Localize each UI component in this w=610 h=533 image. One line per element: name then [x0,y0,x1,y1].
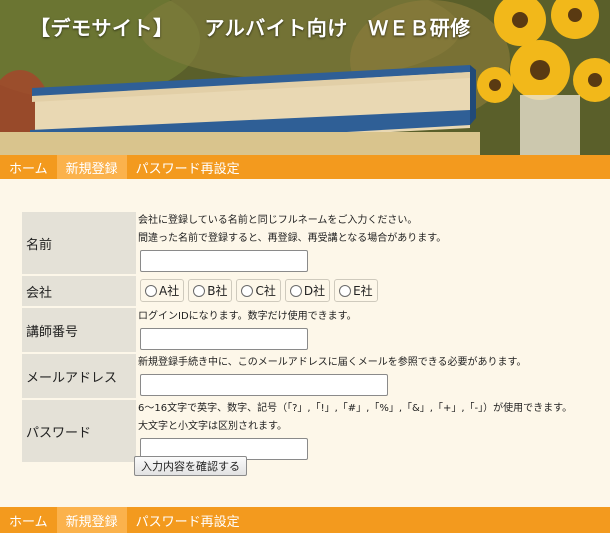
row-name: 名前 会社に登録している名前と同じフルネームをご入力ください。 間違った名前で登… [22,212,588,274]
row-email: メールアドレス 新規登録手続き中に、このメールアドレスに届くメールを参照できる必… [22,354,588,398]
email-hint: 新規登録手続き中に、このメールアドレスに届くメールを参照できる必要があります。 [138,357,527,368]
nav-home[interactable]: ホーム [0,155,57,179]
instructor-id-input[interactable] [140,328,308,350]
registration-form: 名前 会社に登録している名前と同じフルネームをご入力ください。 間違った名前で登… [22,210,588,464]
row-instructor-id: 講師番号 ログインIDになります。数字だけ使用できます。 [22,308,588,352]
email-input[interactable] [140,374,388,396]
top-nav: ホーム 新規登録 パスワード再設定 [0,155,610,179]
company-option-a[interactable]: A社 [140,279,185,302]
company-label: 会社 [22,276,136,306]
nav-register[interactable]: 新規登録 [56,155,127,179]
name-hint-2: 間違った名前で登録すると、再登録、再受講となる場合があります。 [138,233,447,244]
instructor-id-hint: ログインIDになります。数字だけ使用できます。 [138,311,357,322]
radio-circle-icon[interactable] [193,284,206,297]
header-banner: 【デモサイト】 アルバイト向け ＷＥＢ研修 [0,0,610,155]
bottom-nav: ホーム 新規登録 パスワード再設定 [0,507,610,533]
password-label: パスワード [22,400,136,462]
nav-password-reset[interactable]: パスワード再設定 [127,507,249,533]
company-radio-group: A社 B社 C社 D社 E社 [138,276,588,305]
company-option-e[interactable]: E社 [334,279,378,302]
email-label: メールアドレス [22,354,136,398]
name-input[interactable] [140,250,308,272]
password-hint-1: 6～16文字で英字、数字、記号（「?」,「!」,「#」,「%」,「&」,「+」,… [138,403,573,414]
row-password: パスワード 6～16文字で英字、数字、記号（「?」,「!」,「#」,「%」,「&… [22,400,588,462]
company-option-c[interactable]: C社 [236,279,281,302]
company-option-d[interactable]: D社 [284,279,331,302]
radio-circle-icon[interactable] [339,284,352,297]
name-hint-1: 会社に登録している名前と同じフルネームをご入力ください。 [138,215,418,226]
nav-password-reset[interactable]: パスワード再設定 [127,155,249,179]
row-company: 会社 A社 B社 C社 D社 E社 [22,276,588,306]
company-option-b[interactable]: B社 [188,279,233,302]
instructor-id-label: 講師番号 [22,308,136,352]
radio-circle-icon[interactable] [145,284,157,297]
password-hint-2: 大文字と小文字は区別されます。 [138,421,287,432]
site-title: 【デモサイト】 アルバイト向け ＷＥＢ研修 [30,16,471,40]
name-label: 名前 [22,212,136,274]
radio-circle-icon[interactable] [241,284,254,297]
confirm-button[interactable]: 入力内容を確認する [134,456,247,476]
nav-register[interactable]: 新規登録 [56,507,127,533]
radio-circle-icon[interactable] [289,284,302,297]
nav-home[interactable]: ホーム [0,507,57,533]
